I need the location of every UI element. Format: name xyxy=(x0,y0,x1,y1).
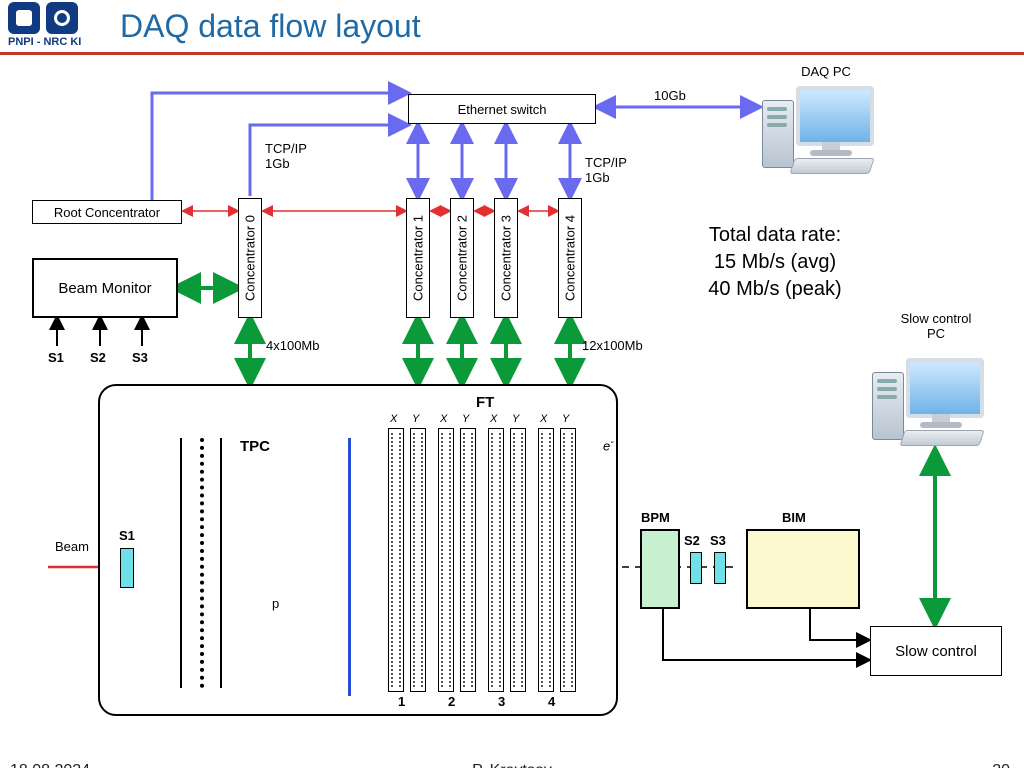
scint-s3 xyxy=(714,552,726,584)
ft-xy-label: Y xyxy=(412,413,419,425)
box-slow-control: Slow control xyxy=(870,626,1002,676)
label-bim: BIM xyxy=(782,510,806,525)
slide-title: DAQ data flow layout xyxy=(120,8,421,45)
ft-plane xyxy=(538,428,554,692)
ft-xy-label: Y xyxy=(462,413,469,425)
ft-plane xyxy=(460,428,476,692)
ft-plane xyxy=(488,428,504,692)
ft-xy-label: X xyxy=(490,413,497,425)
ft-number: 3 xyxy=(498,694,505,709)
label-s2a: S2 xyxy=(90,350,106,365)
label-p: p xyxy=(272,596,279,611)
label-4x100: 4x100Mb xyxy=(266,338,319,353)
title-underline xyxy=(0,52,1024,55)
label-ft: FT xyxy=(476,394,494,411)
ft-plane xyxy=(510,428,526,692)
ft-number: 2 xyxy=(448,694,455,709)
ft-plane xyxy=(410,428,426,692)
ft-xy-label: Y xyxy=(512,413,519,425)
box-conc-4: Concentrator 4 xyxy=(558,198,582,318)
label: Root Concentrator xyxy=(54,205,160,220)
label: Beam Monitor xyxy=(58,280,151,297)
ft-number: 1 xyxy=(398,694,405,709)
tpc-wire-2 xyxy=(200,438,204,688)
label: Ethernet switch xyxy=(458,102,547,117)
label-tcpip-right: TCP/IP1Gb xyxy=(585,156,627,186)
tpc-blue-plane xyxy=(348,438,351,696)
footer-author: P. Kravtsov xyxy=(0,762,1024,768)
box-conc-1: Concentrator 1 xyxy=(406,198,430,318)
scint-s2 xyxy=(690,552,702,584)
icon-slow-pc xyxy=(872,352,992,442)
footer-page: 20 xyxy=(992,762,1010,768)
label-s1a: S1 xyxy=(48,350,64,365)
label-12x100: 12x100Mb xyxy=(582,338,643,353)
box-root-concentrator: Root Concentrator xyxy=(32,200,182,224)
ft-plane xyxy=(560,428,576,692)
ft-number: 4 xyxy=(548,694,555,709)
label-s1b: S1 xyxy=(119,528,135,543)
ft-xy-label: X xyxy=(440,413,447,425)
text-data-rate: Total data rate:15 Mb/s (avg)40 Mb/s (pe… xyxy=(660,222,890,303)
icon-daq-pc xyxy=(762,80,882,170)
ft-plane xyxy=(438,428,454,692)
label-e: e- xyxy=(603,436,614,453)
box-conc-0: Concentrator 0 xyxy=(238,198,262,318)
label-tpc: TPC xyxy=(240,438,270,455)
logo-pnpi: PNPI - NRC KI xyxy=(8,2,103,52)
label-s3a: S3 xyxy=(132,350,148,365)
tpc-wire-1 xyxy=(180,438,182,688)
box-conc-3: Concentrator 3 xyxy=(494,198,518,318)
logo-text: PNPI - NRC KI xyxy=(8,36,81,48)
tpc-wire-3 xyxy=(220,438,222,688)
ft-xy-label: X xyxy=(540,413,547,425)
label-tcpip-left: TCP/IP1Gb xyxy=(265,142,307,172)
label-bpm: BPM xyxy=(641,510,670,525)
label-slow-pc: Slow controlPC xyxy=(876,312,996,342)
box-bpm xyxy=(640,529,680,609)
label-10gb: 10Gb xyxy=(654,88,686,103)
label-s3b: S3 xyxy=(710,533,726,548)
scint-s1 xyxy=(120,548,134,588)
box-conc-2: Concentrator 2 xyxy=(450,198,474,318)
label-daq-pc: DAQ PC xyxy=(786,64,866,79)
label-beam: Beam xyxy=(55,539,89,554)
ft-xy-label: Y xyxy=(562,413,569,425)
ft-xy-label: X xyxy=(390,413,397,425)
box-beam-monitor: Beam Monitor xyxy=(32,258,178,318)
box-ethernet-switch: Ethernet switch xyxy=(408,94,596,124)
ft-plane xyxy=(388,428,404,692)
box-bim xyxy=(746,529,860,609)
label-s2b: S2 xyxy=(684,533,700,548)
